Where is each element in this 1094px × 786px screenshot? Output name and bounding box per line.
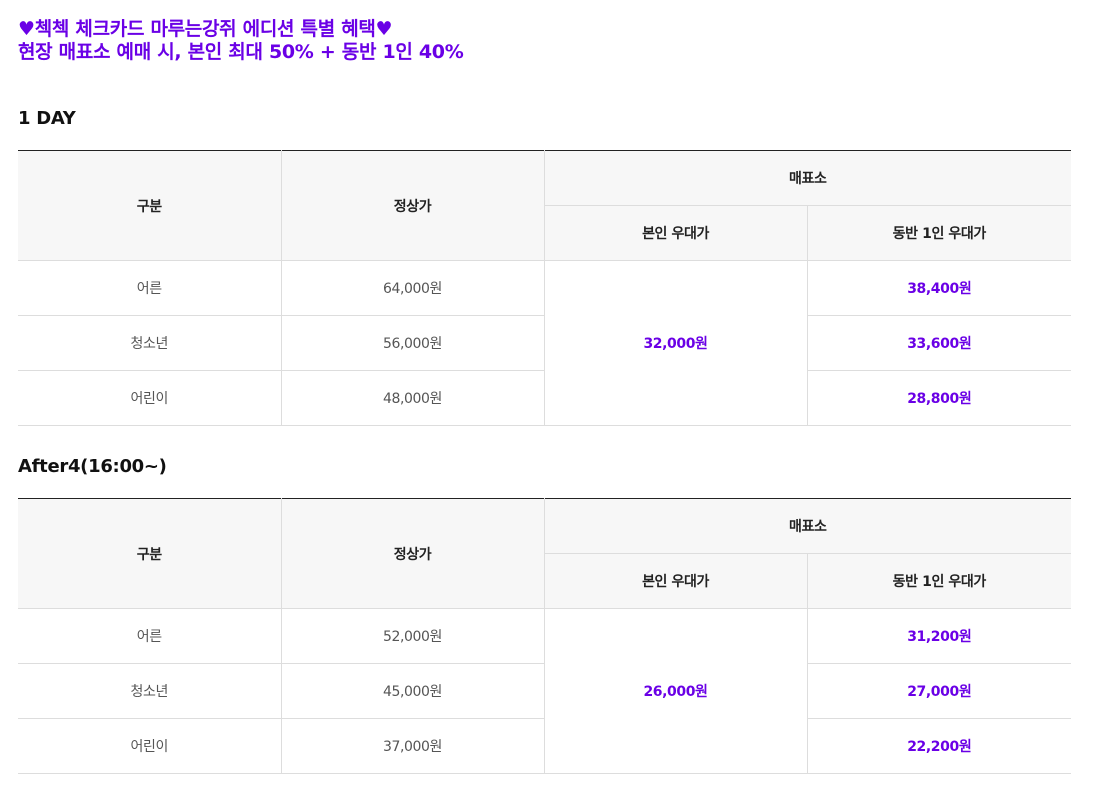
companion-price-cell: 28,800원 [807,370,1072,426]
price-table-1day: 구분 정상가 매표소 본인 우대가 동반 1인 우대가 어른 64,000원 3… [18,150,1072,426]
promo-headline-line-1: ♥첵첵 체크카드 마루는강쥐 에디션 특별 혜택♥ [18,18,393,40]
promo-headline-line-2: 현장 매표소 예매 시, 본인 최대 50% + 동반 1인 40% [18,41,464,63]
companion-price-cell: 27,000원 [807,663,1072,719]
companion-price-cell: 31,200원 [807,608,1072,664]
header-regular-price: 정상가 [281,498,545,609]
section-title-after4: After4(16:00~) [18,456,167,477]
regular-price-cell: 37,000원 [281,718,545,774]
category-cell: 어른 [18,260,282,316]
category-cell: 어린이 [18,718,282,774]
table-row: 어른 52,000원 26,000원 31,200원 [18,608,1072,774]
header-self-discount: 본인 우대가 [544,553,808,609]
promo-headline: ♥첵첵 체크카드 마루는강쥐 에디션 특별 혜택♥ 현장 매표소 예매 시, 본… [18,18,464,64]
regular-price-cell: 56,000원 [281,315,545,371]
companion-price-cell: 22,200원 [807,718,1072,774]
header-self-discount: 본인 우대가 [544,205,808,261]
companion-price-cell: 33,600원 [807,315,1072,371]
header-category: 구분 [18,498,282,609]
header-box-office: 매표소 [544,498,1072,554]
regular-price-cell: 64,000원 [281,260,545,316]
category-cell: 어린이 [18,370,282,426]
category-cell: 어른 [18,608,282,664]
header-companion-discount: 동반 1인 우대가 [807,553,1072,609]
section-title-1day: 1 DAY [18,108,76,129]
regular-price-cell: 48,000원 [281,370,545,426]
header-companion-discount: 동반 1인 우대가 [807,205,1072,261]
companion-price-cell: 38,400원 [807,260,1072,316]
price-table-after4: 구분 정상가 매표소 본인 우대가 동반 1인 우대가 어른 52,000원 2… [18,498,1072,774]
self-price-cell: 32,000원 [544,260,808,426]
category-cell: 청소년 [18,663,282,719]
regular-price-cell: 52,000원 [281,608,545,664]
header-box-office: 매표소 [544,150,1072,206]
regular-price-cell: 45,000원 [281,663,545,719]
header-regular-price: 정상가 [281,150,545,261]
category-cell: 청소년 [18,315,282,371]
header-category: 구분 [18,150,282,261]
table-row: 어른 64,000원 32,000원 38,400원 [18,260,1072,426]
self-price-cell: 26,000원 [544,608,808,774]
